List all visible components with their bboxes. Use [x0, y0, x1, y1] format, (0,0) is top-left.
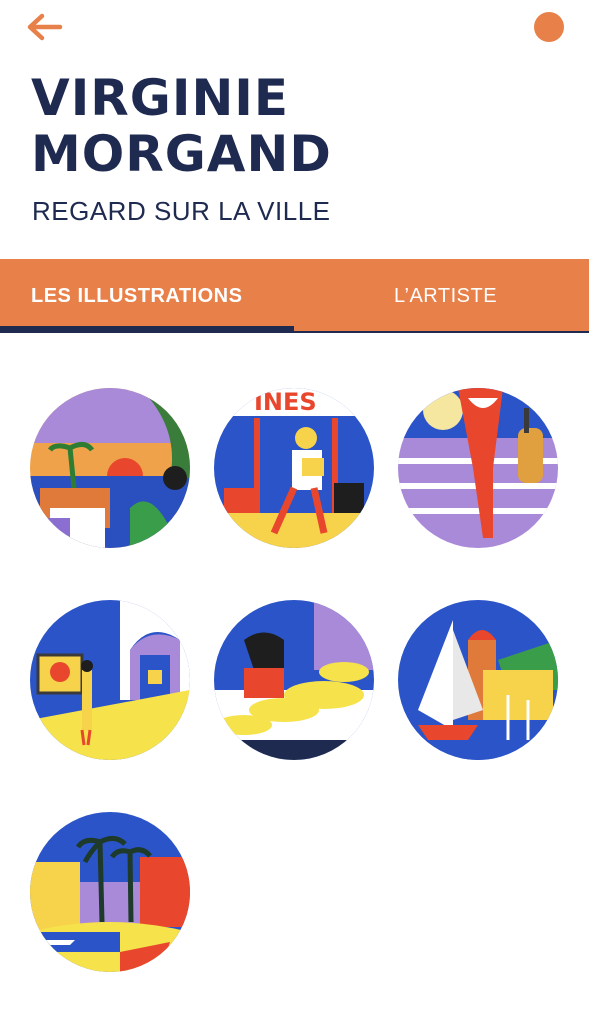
- back-button[interactable]: [24, 12, 64, 44]
- illustration-image: INES: [214, 388, 374, 548]
- illustration-thumbnail-5[interactable]: [214, 600, 374, 760]
- illustration-thumbnail-1[interactable]: [30, 388, 190, 548]
- illustration-thumbnail-3[interactable]: [398, 388, 558, 548]
- tab-illustrations[interactable]: LES ILLUSTRATIONS: [31, 259, 242, 333]
- arrow-left-icon: [27, 13, 63, 41]
- illustration-thumbnail-4[interactable]: [30, 600, 190, 760]
- illustration-thumbnail-6[interactable]: [398, 600, 558, 760]
- illustration-image: [30, 600, 190, 760]
- illustration-thumbnail-2[interactable]: INES: [214, 388, 374, 548]
- illustration-image: [214, 600, 374, 760]
- tab-artist[interactable]: L’ARTISTE: [394, 259, 497, 333]
- illustration-thumbnail-7[interactable]: [30, 812, 190, 972]
- tab-divider: [294, 331, 589, 333]
- illustration-image: [398, 600, 558, 760]
- active-tab-indicator: [0, 326, 294, 333]
- top-bar: [0, 0, 589, 60]
- page-title: VIRGINIE MORGAND: [31, 70, 332, 182]
- illustration-image: [398, 388, 558, 548]
- tab-bar: LES ILLUSTRATIONS L’ARTISTE: [0, 259, 589, 333]
- orange-dot-icon[interactable]: [534, 12, 564, 42]
- title-line-1: VIRGINIE: [31, 69, 290, 127]
- svg-text:INES: INES: [254, 388, 317, 416]
- page-subtitle: REGARD SUR LA VILLE: [32, 196, 331, 226]
- illustration-image: [30, 812, 190, 972]
- illustration-image: [30, 388, 190, 548]
- title-line-2: MORGAND: [31, 125, 332, 183]
